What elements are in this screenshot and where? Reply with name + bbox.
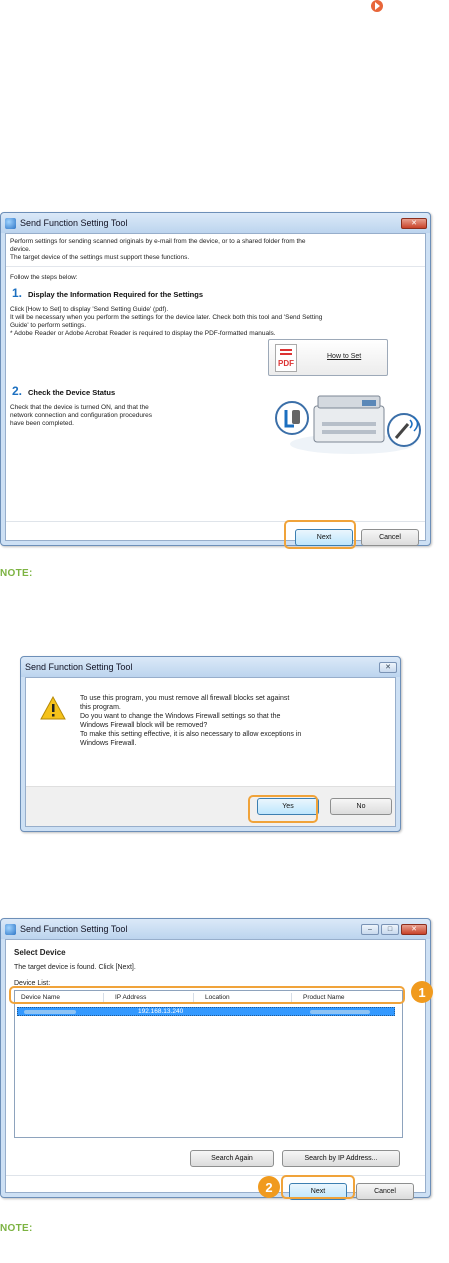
window-title: Send Function Setting Tool: [20, 924, 128, 934]
step-1-text: Guide' to perform settings.: [10, 322, 87, 329]
note-heading: NOTE:: [0, 1223, 33, 1234]
maximize-button[interactable]: □: [381, 923, 399, 935]
intro-text: The target device of the settings must s…: [10, 254, 190, 261]
close-icon[interactable]: ✕: [379, 661, 397, 673]
step-2-number: 2.: [12, 384, 23, 398]
select-device-heading: Select Device: [14, 948, 66, 957]
cancel-button[interactable]: Cancel: [356, 1183, 414, 1200]
select-device-window: Send Function Setting Tool – □ ✕ Select …: [0, 918, 431, 1200]
window-titlebar: Send Function Setting Tool ✕: [1, 213, 430, 233]
window-title: Send Function Setting Tool: [20, 218, 128, 228]
dialog-message: this program.: [80, 704, 121, 711]
device-ip: 192.168.13.240: [138, 1008, 184, 1015]
next-arrow-icon[interactable]: [371, 0, 383, 12]
note-heading: NOTE:: [0, 568, 33, 579]
search-by-ip-button[interactable]: Search by IP Address...: [282, 1150, 400, 1167]
callout-badge-2: 2: [258, 1176, 280, 1198]
step-1-text: * Adobe Reader or Adobe Acrobat Reader i…: [10, 330, 276, 337]
dialog-message: To make this setting effective, it is al…: [80, 731, 302, 738]
firewall-dialog: Send Function Setting Tool ✕ To use this…: [20, 656, 401, 832]
close-button[interactable]: ✕: [401, 923, 427, 935]
app-icon: [5, 923, 16, 935]
dialog-message: Windows Firewall block will be removed?: [80, 722, 208, 729]
window-client: Perform settings for sending scanned ori…: [5, 233, 426, 546]
next-highlight: [281, 1175, 355, 1199]
app-icon: [5, 217, 16, 229]
dialog-message: Do you want to change the Windows Firewa…: [80, 713, 281, 720]
follow-text: Follow the steps below:: [10, 274, 78, 281]
yes-highlight: [248, 795, 318, 823]
window-client: To use this program, you must remove all…: [25, 677, 396, 827]
window-client: Select Device The target device is found…: [5, 939, 426, 1200]
step-1-text: Click [How to Set] to display 'Send Sett…: [10, 306, 169, 313]
search-again-button[interactable]: Search Again: [190, 1150, 274, 1167]
found-text: The target device is found. Click [Next]…: [14, 964, 136, 971]
dialog-message: To use this program, you must remove all…: [80, 695, 290, 702]
step-1-number: 1.: [12, 286, 23, 300]
window-titlebar: Send Function Setting Tool – □ ✕: [1, 919, 430, 939]
device-illustration: [275, 395, 421, 454]
pdf-icon: PDF: [275, 344, 297, 372]
how-to-set-button[interactable]: PDF How to Set: [268, 339, 388, 376]
step-2-text: have been completed.: [10, 420, 74, 427]
device-list[interactable]: Device Name IP Address Location Product …: [14, 990, 403, 1138]
window-titlebar: Send Function Setting Tool ✕: [21, 657, 400, 677]
step-2-title: Check the Device Status: [28, 388, 116, 397]
next-highlight: [284, 520, 356, 549]
row-highlight: [9, 986, 405, 1004]
device-name-blurred: [24, 1010, 76, 1014]
callout-badge-1: 1: [411, 981, 433, 1003]
no-button[interactable]: No: [330, 798, 392, 815]
intro-text: Perform settings for sending scanned ori…: [10, 238, 306, 245]
window-title: Send Function Setting Tool: [25, 662, 133, 672]
device-row-selected[interactable]: 192.168.13.240: [17, 1007, 395, 1016]
cancel-button[interactable]: Cancel: [361, 529, 419, 546]
how-to-set-label: How to Set: [327, 353, 362, 360]
step-1-title: Display the Information Required for the…: [28, 290, 204, 299]
intro-text: device.: [10, 246, 31, 253]
minimize-button[interactable]: –: [361, 923, 379, 935]
dialog-message: Windows Firewall.: [80, 740, 137, 747]
send-function-window-1: Send Function Setting Tool ✕ Perform set…: [0, 212, 431, 549]
step-2-text: Check that the device is turned ON, and …: [10, 404, 149, 411]
close-button[interactable]: ✕: [401, 217, 427, 229]
step-2-text: network connection and configuration pro…: [10, 412, 153, 419]
step-1-text: It will be necessary when you perform th…: [10, 314, 323, 321]
warning-icon: [40, 696, 66, 720]
product-name-blurred: [310, 1010, 370, 1014]
